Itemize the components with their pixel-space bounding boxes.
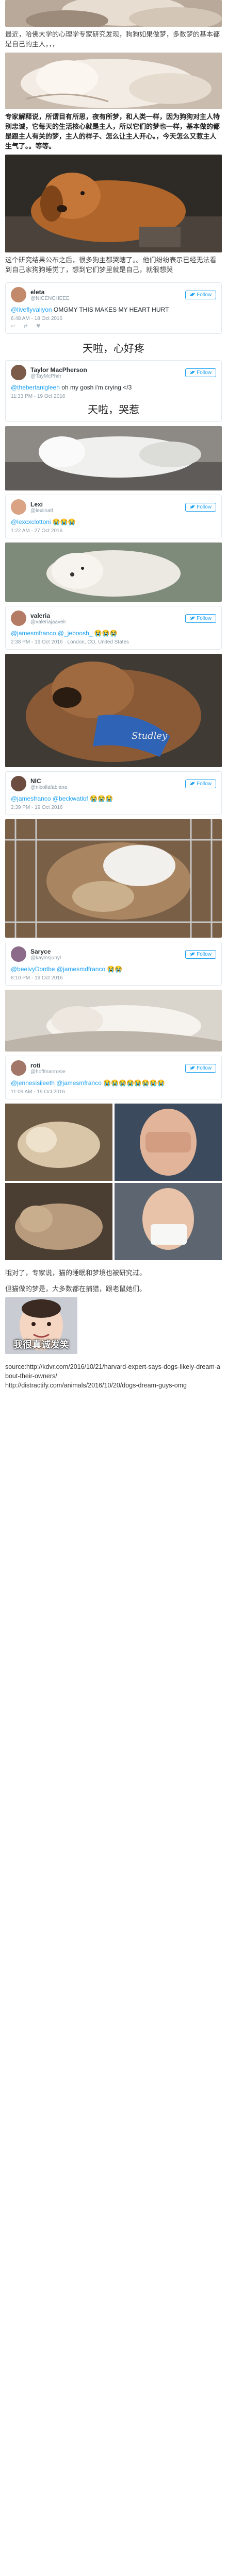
follow-button[interactable]: Follow — [185, 290, 216, 299]
twitter-bird-icon — [190, 952, 196, 956]
sleeping-white-dog-photo — [5, 53, 222, 109]
white-dog-sleeping-photo — [5, 426, 222, 490]
sleeping-dog-photo-top — [5, 0, 222, 27]
tweet-text: @jennesisileeth @jamesmfranco 😭😭😭😭😭😭😭😭 — [11, 1079, 165, 1087]
tweet-author-handle[interactable]: @hoffmanrosie — [30, 1069, 185, 1075]
tweet-text: @thebertanigleen oh my gosh i'm crying <… — [11, 384, 132, 391]
expert-explanation: 专家解释说，所谓目有所思，夜有所梦，和人类一样，因为狗狗对主人特别忠诚，它每天的… — [5, 113, 220, 150]
closing-text-2: 但猫做的梦是，大多数都在捕猎，跟老鼠她们。 — [5, 1285, 147, 1293]
tweet-timestamp[interactable]: 11:33 PM - 19 Oct 2016 — [11, 394, 216, 399]
tweet-translation: 天啦，心好疼 — [83, 342, 144, 354]
avatar[interactable] — [11, 499, 26, 515]
tweet-timestamp[interactable]: 1:22 AM - 27 Oct 2016 — [11, 528, 216, 534]
tweet-author-name[interactable]: roti — [30, 1062, 185, 1069]
dog-blue-bandana-photo: Studley — [5, 654, 222, 767]
mention-link[interactable]: @thebertanigleen — [11, 384, 60, 391]
fluffy-dog-photo — [5, 543, 222, 602]
after-news-text: 这个研究结果公布之后，很多狗主都哭瞎了。。他们纷纷表示已经无法看到自己家狗狗睡觉… — [5, 257, 217, 274]
reply-icon[interactable]: ↩ — [11, 324, 15, 329]
tweet-text: @jamesmfranco @_jeboosh_ 😭😭😭 — [11, 630, 118, 637]
tweet-author-handle[interactable]: @lexiinatl — [30, 508, 185, 514]
tweet-author-name[interactable]: Lexi — [30, 501, 185, 508]
tweet-timestamp[interactable]: 6:48 AM - 18 Oct 2016 — [11, 316, 216, 321]
article: 最近，哈佛大学的心理学专家研究发现，狗狗如果做梦，多数梦的基本都是自己的主人，，… — [0, 0, 227, 1400]
tweet-card: Lexi @lexiinatl Follow @lexcxclottoni 😭😭… — [5, 495, 222, 538]
baby-meme-photo: 我很真诚发笑 — [5, 1297, 77, 1354]
tweet-translation: 天啦，哭惹 — [88, 403, 139, 416]
dog-in-crate-photo — [5, 819, 222, 938]
tweet-timestamp[interactable]: 11:09 AM - 19 Oct 2016 — [11, 1089, 216, 1095]
dog-under-blanket-photo — [5, 990, 222, 1052]
mention-link[interactable]: @lexcxclottoni — [11, 518, 51, 526]
twitter-bird-icon — [190, 782, 196, 785]
tweet-author-handle[interactable]: @kayinsjunyl — [30, 955, 185, 961]
twitter-bird-icon — [190, 1066, 196, 1070]
follow-button[interactable]: Follow — [185, 614, 216, 623]
crying-person-tissue-photo — [115, 1183, 222, 1260]
tweet-card: valeria @valeriajaaveir Follow @jamesmfr… — [5, 606, 222, 650]
mention-link[interactable]: @liveflyvaliyon — [11, 306, 52, 313]
bandana-lettering: Studley — [132, 731, 168, 741]
tweet-timestamp[interactable]: 2:39 PM - 19 Oct 2016 — [11, 805, 216, 810]
mention-link[interactable]: @beelvyDontbe @jamesmdfranco — [11, 965, 105, 973]
sleeping-puppy-photo — [5, 1104, 112, 1181]
brown-dog-photo — [5, 155, 222, 252]
avatar[interactable] — [11, 365, 26, 380]
retweet-icon[interactable]: ⇄ — [23, 324, 27, 329]
tweet-author-name[interactable]: Taylor MacPherson — [30, 366, 185, 374]
tweet-author-name[interactable]: eleta — [30, 289, 185, 296]
avatar[interactable] — [11, 287, 26, 302]
tweet-author-handle[interactable]: @TayMcPher — [30, 374, 185, 379]
mention-link[interactable]: @jamesfranco @beckwatlof — [11, 795, 88, 802]
tweet-text: @beelvyDontbe @jamesmdfranco 😭😭 — [11, 965, 123, 973]
tweet-timestamp[interactable]: 8:10 PM - 19 Oct 2016 — [11, 975, 216, 981]
sleeping-pup-blanket-photo — [5, 1183, 112, 1260]
mention-link[interactable]: @jamesmfranco @_jeboosh_ — [11, 630, 92, 637]
tweet-author-handle[interactable]: @NICENCHEEE — [30, 296, 185, 301]
source-link[interactable]: http://distractify.com/animals/2016/10/2… — [5, 1381, 222, 1390]
tweet-author-handle[interactable]: @nicollafabiana — [30, 785, 185, 790]
crying-person-photo — [115, 1104, 222, 1181]
source-link[interactable]: source:http://kdvr.com/2016/10/21/harvar… — [5, 1362, 222, 1381]
closing-text-1: 哦对了，专家说，猫的睡眠和梦境也被研究过。 — [5, 1269, 147, 1277]
tweet-author-handle[interactable]: @valeriajaaveir — [30, 619, 185, 625]
tweet-author-name[interactable]: NIC — [30, 777, 185, 785]
follow-button[interactable]: Follow — [185, 368, 216, 377]
twitter-bird-icon — [190, 293, 196, 296]
avatar[interactable] — [11, 611, 26, 626]
follow-button[interactable]: Follow — [185, 1063, 216, 1073]
follow-button[interactable]: Follow — [185, 779, 216, 788]
twitter-bird-icon — [190, 505, 196, 509]
avatar[interactable] — [11, 946, 26, 962]
tweet-timestamp[interactable]: 2:38 PM - 19 Oct 2016 · London, CO, Unit… — [11, 639, 216, 645]
twitter-bird-icon — [190, 370, 196, 374]
avatar[interactable] — [11, 776, 26, 791]
tweet-card: Saryce @kayinsjunyl Follow @beelvyDontbe… — [5, 942, 222, 986]
tweet-card: Taylor MacPherson @TayMcPher Follow @the… — [5, 360, 222, 422]
tweet-card: NIC @nicollafabiana Follow @jamesfranco … — [5, 771, 222, 815]
tweet-card: roti @hoffmanrosie Follow @jennesisileet… — [5, 1056, 222, 1099]
tweet-card: eleta @NICENCHEEE Follow @liveflyvaliyon… — [5, 282, 222, 334]
avatar[interactable] — [11, 1060, 26, 1076]
reaction-photo-grid — [5, 1104, 222, 1260]
twitter-bird-icon — [190, 616, 196, 620]
tweet-actions: ↩ ⇄ ♥ — [11, 324, 216, 329]
tweet-text: @liveflyvaliyon OMGMY THIS MAKES MY HEAR… — [11, 306, 169, 313]
follow-button[interactable]: Follow — [185, 502, 216, 512]
like-icon[interactable]: ♥ — [36, 324, 41, 329]
source-links: source:http://kdvr.com/2016/10/21/harvar… — [5, 1359, 222, 1400]
mention-link[interactable]: @jennesisileeth @jamesmfranco — [11, 1079, 102, 1087]
follow-button[interactable]: Follow — [185, 950, 216, 959]
tweet-text: @lexcxclottoni 😭😭😭 — [11, 518, 76, 526]
tweet-author-name[interactable]: valeria — [30, 612, 185, 619]
baby-meme-caption: 我很真诚发笑 — [13, 1340, 69, 1350]
intro-text: 最近，哈佛大学的心理学专家研究发现，狗狗如果做梦，多数梦的基本都是自己的主人，，… — [5, 31, 220, 48]
tweet-author-name[interactable]: Saryce — [30, 948, 185, 955]
tweet-text: @jamesfranco @beckwatlof 😭😭😭 — [11, 795, 113, 802]
